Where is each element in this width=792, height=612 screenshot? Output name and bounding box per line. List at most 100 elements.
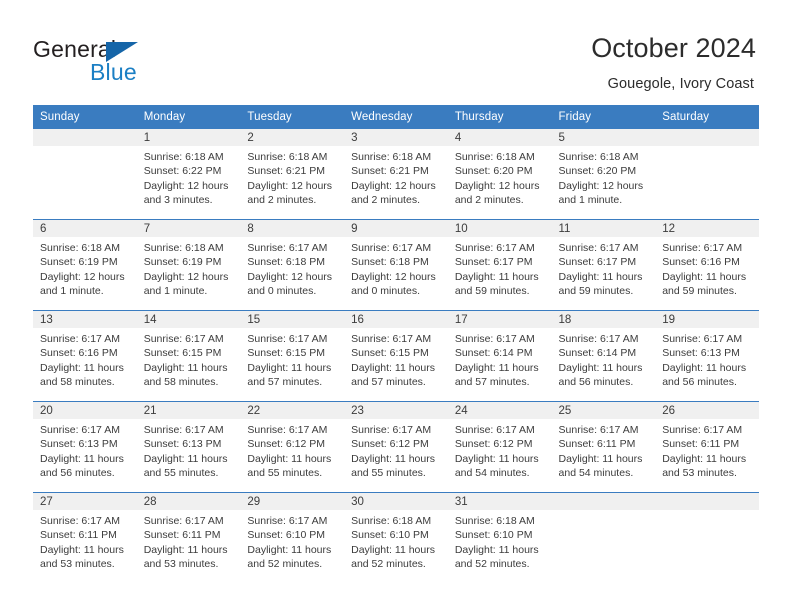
day-detail-sunrise-line: Sunrise: 6:17 AM <box>454 333 535 345</box>
day-detail-daylight-line: Daylight: 11 hours <box>247 543 332 556</box>
day-cell-inner: 30 Sunrise: 6:18 AM Sunset: 6:10 PM Dayligh… <box>344 493 448 583</box>
day-number: 31 <box>447 493 552 510</box>
day-cell-inner: 7 Sunrise: 6:18 AM Sunset: 6:19 PM Daylight… <box>136 220 241 311</box>
weekday-header-friday: Friday <box>551 105 656 129</box>
day-cell-inner <box>33 129 137 219</box>
day-detail-sunrise-line: Sunrise: 6:18 AM <box>143 151 224 163</box>
day-details: Sunrise: 6:17 AM Sunset: 6:13 PM Daylight:… <box>655 328 759 390</box>
day-detail-sunrise-line: Sunrise: 6:17 AM <box>351 242 432 254</box>
calendar-day-cell[interactable]: 13 Sunrise: 6:17 AM Sunset: 6:16 PM Dayligh… <box>33 310 137 402</box>
day-detail-sunrise-line: Sunrise: 6:17 AM <box>662 333 743 345</box>
calendar-day-cell[interactable]: 22 Sunrise: 6:17 AM Sunset: 6:12 PM Dayligh… <box>240 401 345 493</box>
calendar-day-cell[interactable]: 14 Sunrise: 6:17 AM Sunset: 6:15 PM Dayligh… <box>136 310 241 402</box>
day-detail-sunrise-line: Sunrise: 6:17 AM <box>351 333 432 345</box>
day-detail-sunrise-line: Sunrise: 6:17 AM <box>558 333 639 345</box>
calendar-day-cell[interactable]: 16 Sunrise: 6:17 AM Sunset: 6:15 PM Dayligh… <box>344 310 448 402</box>
calendar-day-cell[interactable]: 10 Sunrise: 6:17 AM Sunset: 6:17 PM Dayligh… <box>447 219 552 311</box>
logo-text-blue: Blue <box>90 59 137 85</box>
calendar-day-cell[interactable]: 25 Sunrise: 6:17 AM Sunset: 6:11 PM Dayligh… <box>551 401 656 493</box>
day-number: 4 <box>447 129 552 146</box>
general-blue-logo[interactable]: General Blue <box>33 36 233 92</box>
day-number: 15 <box>240 311 345 328</box>
calendar-day-cell[interactable]: 29 Sunrise: 6:17 AM Sunset: 6:10 PM Dayligh… <box>240 492 345 583</box>
day-detail-sunrise-line: Sunrise: 6:18 AM <box>351 151 432 163</box>
day-detail-sunrise-line: Sunrise: 6:17 AM <box>662 242 743 254</box>
day-detail-sunrise-line: Sunrise: 6:18 AM <box>558 151 639 163</box>
day-detail-daylight-line: and 54 minutes. <box>454 467 530 480</box>
calendar-day-cell[interactable]: 6 Sunrise: 6:18 AM Sunset: 6:19 PM Daylight… <box>33 219 137 311</box>
calendar-day-cell[interactable]: 19 Sunrise: 6:17 AM Sunset: 6:13 PM Dayligh… <box>655 310 759 402</box>
day-details: Sunrise: 6:17 AM Sunset: 6:12 PM Daylight:… <box>344 419 448 481</box>
day-number: 19 <box>655 311 759 328</box>
day-number: 17 <box>447 311 552 328</box>
day-detail-daylight-line: and 57 minutes. <box>454 376 530 389</box>
calendar-day-cell[interactable]: 11 Sunrise: 6:17 AM Sunset: 6:17 PM Dayligh… <box>551 219 656 311</box>
day-detail-sunrise-line: Sunrise: 6:17 AM <box>247 424 328 436</box>
day-detail-sunset-line: Sunset: 6:19 PM <box>143 256 222 269</box>
day-cell-inner: 22 Sunrise: 6:17 AM Sunset: 6:12 PM Dayligh… <box>240 402 345 493</box>
day-cell-inner <box>655 493 759 583</box>
calendar-day-cell[interactable]: 20 Sunrise: 6:17 AM Sunset: 6:13 PM Dayligh… <box>33 401 137 493</box>
day-details: Sunrise: 6:18 AM Sunset: 6:20 PM Daylight:… <box>448 146 552 208</box>
calendar-day-cell[interactable]: 15 Sunrise: 6:17 AM Sunset: 6:15 PM Dayligh… <box>240 310 345 402</box>
day-detail-sunset-line: Sunset: 6:14 PM <box>558 347 637 360</box>
day-detail-sunset-line: Sunset: 6:22 PM <box>143 165 222 178</box>
calendar-day-cell[interactable]: 9 Sunrise: 6:17 AM Sunset: 6:18 PM Daylight… <box>344 219 448 311</box>
day-cell-inner: 14 Sunrise: 6:17 AM Sunset: 6:15 PM Dayligh… <box>136 311 241 402</box>
calendar-day-cell[interactable]: 31 Sunrise: 6:18 AM Sunset: 6:10 PM Dayligh… <box>447 492 552 583</box>
day-number: 26 <box>655 402 759 419</box>
day-details: Sunrise: 6:17 AM Sunset: 6:17 PM Daylight:… <box>552 237 656 299</box>
calendar-day-cell[interactable]: 21 Sunrise: 6:17 AM Sunset: 6:13 PM Dayligh… <box>136 401 241 493</box>
calendar-day-cell[interactable]: 3 Sunrise: 6:18 AM Sunset: 6:21 PM Daylight… <box>344 129 448 220</box>
day-detail-sunrise-line: Sunrise: 6:17 AM <box>247 333 328 345</box>
day-details: Sunrise: 6:18 AM Sunset: 6:21 PM Daylight:… <box>240 146 344 208</box>
calendar-day-cell[interactable]: 24 Sunrise: 6:17 AM Sunset: 6:12 PM Dayligh… <box>447 401 552 493</box>
day-number: 9 <box>344 220 448 237</box>
day-cell-inner <box>551 493 656 583</box>
calendar-day-cell[interactable]: 8 Sunrise: 6:17 AM Sunset: 6:18 PM Daylight… <box>240 219 345 311</box>
calendar-day-cell[interactable]: 4 Sunrise: 6:18 AM Sunset: 6:20 PM Daylight… <box>447 129 552 220</box>
day-detail-daylight-line: and 57 minutes. <box>247 376 323 389</box>
calendar-day-cell[interactable]: 1 Sunrise: 6:18 AM Sunset: 6:22 PM Daylight… <box>136 129 241 220</box>
day-number: 10 <box>447 220 552 237</box>
day-details: Sunrise: 6:17 AM Sunset: 6:11 PM Daylight:… <box>33 510 137 572</box>
day-detail-sunset-line: Sunset: 6:15 PM <box>247 347 326 360</box>
day-number: 20 <box>33 402 137 419</box>
day-detail-daylight-line: Daylight: 11 hours <box>351 361 435 374</box>
day-cell-inner: 5 Sunrise: 6:18 AM Sunset: 6:20 PM Daylight… <box>551 129 656 219</box>
day-detail-sunset-line: Sunset: 6:18 PM <box>351 256 429 269</box>
calendar-day-cell[interactable]: 18 Sunrise: 6:17 AM Sunset: 6:14 PM Dayligh… <box>551 310 656 402</box>
calendar-week-row: 1 Sunrise: 6:18 AM Sunset: 6:22 PM Daylight… <box>33 129 759 220</box>
day-detail-daylight-line: Daylight: 11 hours <box>662 361 747 374</box>
day-detail-sunrise-line: Sunrise: 6:18 AM <box>247 151 328 163</box>
calendar-day-cell[interactable]: 7 Sunrise: 6:18 AM Sunset: 6:19 PM Daylight… <box>136 219 241 311</box>
day-detail-sunrise-line: Sunrise: 6:17 AM <box>558 424 639 436</box>
calendar-day-cell <box>655 129 759 220</box>
calendar-day-cell[interactable]: 23 Sunrise: 6:17 AM Sunset: 6:12 PM Dayligh… <box>344 401 448 493</box>
calendar-day-cell[interactable]: 5 Sunrise: 6:18 AM Sunset: 6:20 PM Daylight… <box>551 129 656 220</box>
calendar-day-cell[interactable]: 27 Sunrise: 6:17 AM Sunset: 6:11 PM Dayligh… <box>33 492 137 583</box>
day-details: Sunrise: 6:17 AM Sunset: 6:12 PM Daylight:… <box>448 419 552 481</box>
weekday-header-monday: Monday <box>136 105 241 129</box>
day-details: Sunrise: 6:17 AM Sunset: 6:13 PM Daylight:… <box>137 419 241 481</box>
day-number: 12 <box>655 220 759 237</box>
day-detail-daylight-line: and 0 minutes. <box>351 285 420 298</box>
day-detail-daylight-line: and 2 minutes. <box>454 194 524 207</box>
day-detail-sunset-line: Sunset: 6:18 PM <box>247 256 326 269</box>
day-number: 14 <box>136 311 241 328</box>
calendar-day-cell[interactable]: 30 Sunrise: 6:18 AM Sunset: 6:10 PM Dayligh… <box>344 492 448 583</box>
day-detail-sunrise-line: Sunrise: 6:17 AM <box>247 515 328 527</box>
day-detail-sunrise-line: Sunrise: 6:18 AM <box>454 151 535 163</box>
day-detail-sunset-line: Sunset: 6:20 PM <box>454 165 533 178</box>
calendar-day-cell[interactable]: 28 Sunrise: 6:17 AM Sunset: 6:11 PM Dayligh… <box>136 492 241 583</box>
calendar-day-cell[interactable]: 26 Sunrise: 6:17 AM Sunset: 6:11 PM Dayligh… <box>655 401 759 493</box>
calendar-day-cell[interactable]: 12 Sunrise: 6:17 AM Sunset: 6:16 PM Dayligh… <box>655 219 759 311</box>
day-detail-sunset-line: Sunset: 6:16 PM <box>662 256 740 269</box>
calendar-day-cell[interactable]: 17 Sunrise: 6:17 AM Sunset: 6:14 PM Dayligh… <box>447 310 552 402</box>
day-details: Sunrise: 6:18 AM Sunset: 6:22 PM Daylight:… <box>137 146 241 208</box>
day-details <box>655 510 759 514</box>
day-detail-sunrise-line: Sunrise: 6:17 AM <box>662 424 743 436</box>
day-detail-daylight-line: Daylight: 11 hours <box>247 452 332 465</box>
day-number: 24 <box>447 402 552 419</box>
calendar-day-cell[interactable]: 2 Sunrise: 6:18 AM Sunset: 6:21 PM Daylight… <box>240 129 345 220</box>
